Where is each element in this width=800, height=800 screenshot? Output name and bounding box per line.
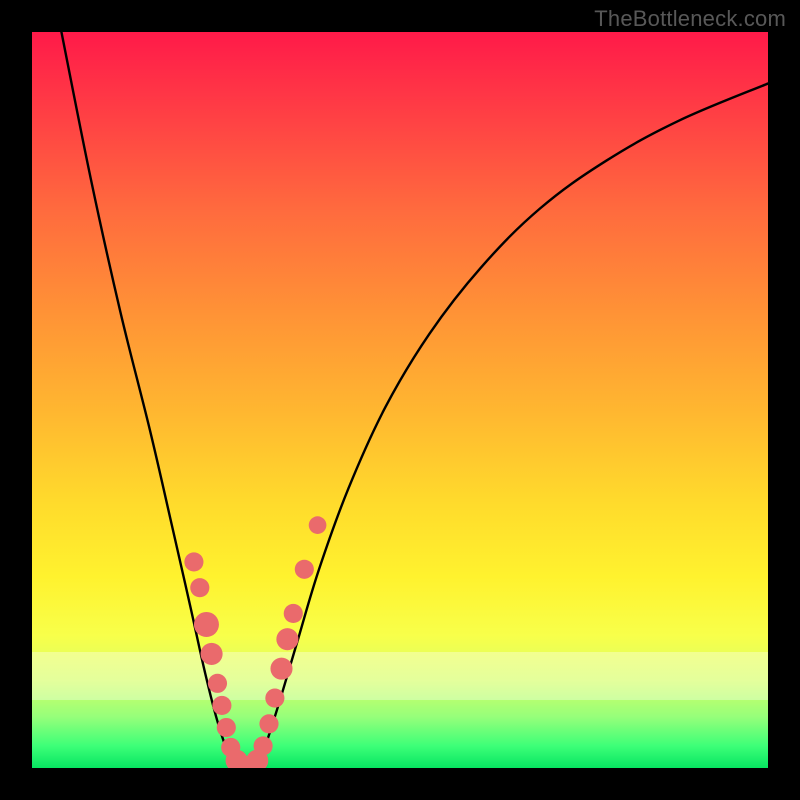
bottleneck-curve [61, 32, 768, 768]
data-marker [233, 755, 255, 768]
chart-svg [32, 32, 768, 768]
data-marker [212, 696, 231, 715]
data-marker [309, 516, 327, 534]
data-marker [254, 736, 273, 755]
watermark-text: TheBottleneck.com [594, 6, 786, 32]
data-marker [190, 578, 209, 597]
data-marker [226, 750, 248, 768]
data-marker [276, 628, 298, 650]
data-marker [265, 689, 284, 708]
data-marker [201, 643, 223, 665]
plot-area [32, 32, 768, 768]
data-marker [194, 612, 219, 637]
data-marker [270, 658, 292, 680]
data-marker [259, 714, 278, 733]
data-marker [221, 738, 240, 757]
data-marker [208, 674, 227, 693]
data-markers [184, 516, 326, 768]
data-marker [246, 750, 268, 768]
chart-frame: TheBottleneck.com [0, 0, 800, 800]
highlight-band [32, 652, 768, 700]
data-marker [284, 604, 303, 623]
data-marker [217, 718, 236, 737]
data-marker [295, 560, 314, 579]
data-marker [184, 552, 203, 571]
data-marker [240, 755, 262, 768]
